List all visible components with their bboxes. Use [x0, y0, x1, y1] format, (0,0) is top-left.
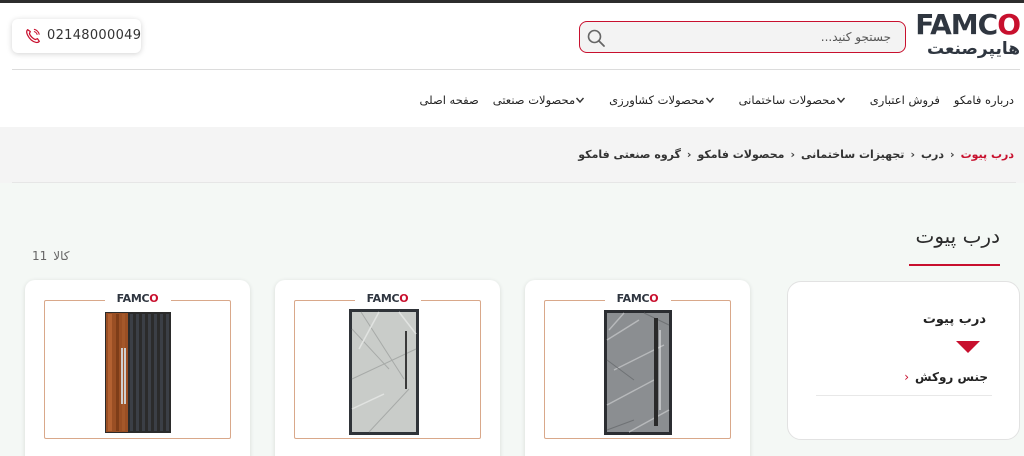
product-image[interactable]: [604, 310, 672, 435]
filter-option-label: جنس روکش: [915, 370, 988, 384]
product-count: 11 کالا: [32, 249, 70, 263]
product-card[interactable]: FAMCO: [525, 280, 750, 456]
chevron-down-icon: [836, 97, 845, 104]
nav-item-agricultural-products[interactable]: محصولات کشاورزی: [609, 93, 724, 107]
breadcrumb-item[interactable]: درب: [921, 148, 944, 161]
nav-item-label: درباره فامکو: [953, 93, 1014, 107]
nav-item-label: محصولات کشاورزی: [609, 93, 705, 107]
nav-item-label: محصولات صنعتی: [492, 93, 576, 107]
product-image[interactable]: [105, 312, 171, 433]
phone-contact[interactable]: 02148000049: [12, 19, 141, 53]
chevron-left-icon: ‹: [790, 148, 795, 161]
nav-item-credit-sale[interactable]: فروش اعتباری: [870, 93, 940, 107]
category-filter-panel: درب پیوت ‹ جنس روکش: [787, 281, 1020, 440]
product-count-unit: کالا: [53, 249, 70, 263]
search-icon[interactable]: [586, 28, 606, 48]
nav-item-building-products[interactable]: محصولات ساختمانی: [739, 93, 856, 107]
card-brand-logo: FAMCO: [616, 292, 659, 305]
filter-divider: [816, 395, 992, 396]
product-card[interactable]: FAMCO: [25, 280, 250, 456]
product-image[interactable]: [349, 309, 419, 435]
breadcrumb-item[interactable]: محصولات فامکو: [697, 148, 784, 161]
breadcrumb-current: درب پیوت: [960, 148, 1014, 161]
nav-item-label: محصولات ساختمانی: [738, 93, 836, 107]
product-card[interactable]: FAMCO: [275, 280, 500, 456]
filter-title[interactable]: درب پیوت: [923, 312, 986, 327]
title-underline: [909, 264, 1000, 266]
famco-logo[interactable]: FAMCO هایپرصنعت: [908, 8, 1021, 60]
nav-item-about[interactable]: درباره فامکو: [954, 93, 1014, 107]
top-border: [0, 0, 1024, 3]
chevron-down-icon: [705, 97, 714, 104]
search-box[interactable]: جستجو کنید...: [579, 21, 906, 53]
chevron-left-icon: ‹: [910, 148, 915, 161]
breadcrumb: گروه صنعتی فامکو ‹ محصولات فامکو ‹ تجهیز…: [578, 148, 1014, 161]
product-count-number: 11: [32, 249, 48, 263]
nav-item-home[interactable]: صفحه اصلی: [420, 93, 479, 107]
card-brand-logo: FAMCO: [366, 292, 409, 305]
page-title: درب پیوت: [915, 224, 1000, 248]
breadcrumb-item[interactable]: تجهیزات ساختمانی: [801, 148, 904, 161]
phone-number[interactable]: 02148000049: [47, 28, 141, 43]
chevron-left-icon: ‹: [904, 370, 909, 384]
logo-wordmark: FAMCO: [915, 8, 1021, 41]
main-nav: صفحه اصلی محصولات صنعتی محصولات کشاورزی …: [420, 86, 1014, 114]
nav-item-industrial-products[interactable]: محصولات صنعتی: [493, 93, 595, 107]
nav-item-label: صفحه اصلی: [419, 93, 479, 107]
breadcrumb-item[interactable]: گروه صنعتی فامکو: [578, 148, 681, 161]
header-divider: [12, 69, 1020, 70]
filter-option[interactable]: ‹ جنس روکش: [904, 370, 988, 384]
card-brand-logo: FAMCO: [116, 292, 159, 305]
chevron-down-icon: [576, 97, 585, 104]
search-input[interactable]: جستجو کنید...: [821, 30, 891, 44]
logo-wordmark-text: FAMCO: [915, 8, 1021, 41]
phone-icon: [26, 28, 40, 44]
chevron-left-icon: ‹: [686, 148, 692, 161]
caret-down-icon: [956, 341, 980, 353]
chevron-left-icon: ‹: [950, 148, 955, 161]
logo-subtitle: هایپرصنعت: [926, 39, 1020, 59]
nav-item-label: فروش اعتباری: [869, 93, 940, 107]
